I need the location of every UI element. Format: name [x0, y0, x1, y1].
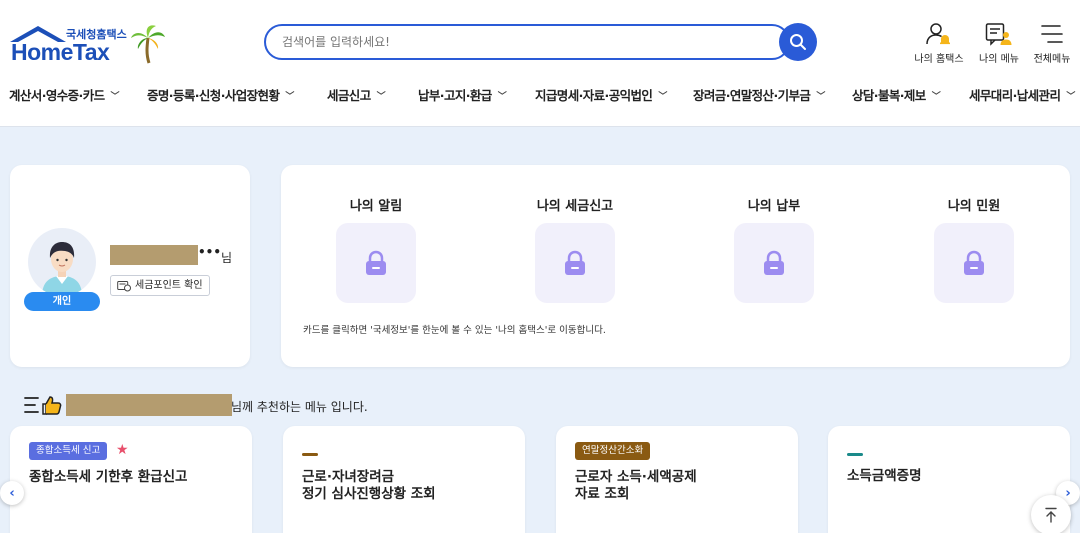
star-icon: ★ — [116, 442, 129, 458]
lock-icon — [565, 250, 585, 275]
menu-card-income-tax-refund[interactable]: 종합소득세 신고 ★ 종합소득세 기한후 환급신고 — [10, 426, 252, 533]
chevron-down-icon: ﹀ — [816, 92, 825, 102]
chevron-down-icon: ﹀ — [931, 92, 941, 102]
user-name-redacted — [110, 245, 198, 265]
menu-user-icon — [985, 23, 1012, 46]
user-type-badge: 개인 — [24, 292, 100, 311]
hamburger-icon — [1041, 25, 1063, 43]
tile-my-payment[interactable]: 나의 납부 — [719, 195, 829, 303]
user-name-redacted — [66, 394, 232, 416]
main-navigation: 계산서·영수증·카드 ﹀ 증명·등록·신청·사업장현황 ﹀ 세금신고 ﹀ 납부·고지·… — [0, 85, 1080, 105]
logo-title: HomeTax — [11, 39, 110, 65]
search-box — [264, 24, 790, 60]
gnb-item-tax-agent[interactable]: 세무대리·납세관리 ﹀ — [969, 85, 1075, 104]
menu-card-incentive-review[interactable]: 근로·자녀장려금 정기 심사진행상황 조회 — [283, 426, 525, 533]
recommend-heading: 님께 추천하는 메뉴 입니다. — [24, 393, 624, 417]
tile-title: 나의 민원 — [947, 199, 1001, 214]
menu-card-accent — [302, 453, 318, 456]
tile-title: 나의 알림 — [349, 199, 403, 214]
user-name-dots: ••• — [198, 245, 222, 259]
recommend-thumbs-up-icon — [24, 396, 62, 415]
chevron-down-icon: ﹀ — [376, 92, 386, 102]
header: 국세청홈택스 HomeTax 나의 홈택스 — [0, 0, 1080, 127]
all-menu-label: 전체메뉴 — [1033, 54, 1071, 65]
chevron-down-icon: ﹀ — [497, 92, 507, 102]
scroll-top-button[interactable] — [1031, 495, 1071, 533]
menu-card-tag: 연말정산간소화 — [575, 442, 651, 460]
tax-point-button[interactable]: 세금포인트 확인 — [110, 275, 210, 296]
gnb-item-consultation[interactable]: 상담·불복·제보 ﹀ — [852, 85, 941, 104]
tile-my-alerts[interactable]: 나의 알림 — [321, 195, 431, 303]
user-bell-icon — [926, 23, 950, 45]
user-avatar-icon — [42, 242, 82, 296]
tile-title: 나의 납부 — [747, 199, 801, 214]
gnb-item-statements[interactable]: 지급명세·자료·공익법인 ﹀ — [535, 85, 667, 104]
lock-icon — [964, 250, 984, 275]
chevron-left-icon: ‹ — [9, 485, 15, 501]
tile-lock-box — [336, 223, 416, 303]
chevron-down-icon: ﹀ — [285, 92, 294, 102]
avatar — [28, 228, 96, 296]
chevron-right-icon: › — [1065, 485, 1071, 501]
gnb-item-certificates[interactable]: 증명·등록·신청·사업장현황 ﹀ — [147, 85, 294, 104]
my-menu-label: 나의 메뉴 — [979, 54, 1019, 65]
menu-card-title: 근로·자녀장려금 정기 심사진행상황 조회 — [302, 469, 436, 502]
profile-card: 개인 ••• 님 세금포인트 확인 — [10, 165, 250, 367]
menu-card-title: 종합소득세 기한후 환급신고 — [29, 469, 188, 485]
lock-icon — [764, 250, 784, 275]
my-hometax-label: 나의 홈택스 — [914, 54, 964, 65]
recommend-text: 님께 추천하는 메뉴 입니다. — [231, 400, 368, 414]
tile-title: 나의 세금신고 — [536, 199, 614, 214]
my-menu-button[interactable]: 나의 메뉴 — [969, 22, 1029, 65]
search-button[interactable] — [779, 23, 817, 61]
search-input[interactable] — [282, 26, 772, 58]
coin-card-icon — [117, 281, 131, 292]
user-name-suffix: 님 — [221, 251, 233, 265]
menu-card-accent — [847, 453, 863, 456]
chevron-down-icon: ﹀ — [110, 92, 120, 102]
my-info-card: 나의 알림 나의 세금신고 나의 납부 나의 민원 카드를 클릭하면 '국세정보… — [281, 165, 1070, 367]
palm-tree-icon — [131, 25, 165, 64]
tile-my-tax-filing[interactable]: 나의 세금신고 — [520, 195, 630, 303]
gnb-item-payment[interactable]: 납부·고지·환급 ﹀ — [418, 85, 507, 104]
my-info-note: 카드를 클릭하면 '국세정보'를 한눈에 볼 수 있는 '나의 홈택스'로 이동… — [303, 325, 606, 336]
hometax-logo[interactable]: 국세청홈택스 HomeTax — [8, 22, 168, 68]
menu-card-deduction-data[interactable]: 연말정산간소화 근로자 소득·세액공제 자료 조회 — [556, 426, 798, 533]
chevron-down-icon: ﹀ — [658, 92, 667, 102]
gnb-item-incentives[interactable]: 장려금·연말정산·기부금 ﹀ — [693, 85, 825, 104]
tile-lock-box — [934, 223, 1014, 303]
carousel-prev-button[interactable]: ‹ — [0, 481, 24, 505]
lock-icon — [366, 250, 386, 275]
chevron-down-icon: ﹀ — [1066, 92, 1075, 102]
tax-point-label: 세금포인트 확인 — [135, 280, 203, 291]
tile-lock-box — [734, 223, 814, 303]
search-icon — [790, 34, 806, 50]
tile-my-civil-petition[interactable]: 나의 민원 — [919, 195, 1029, 303]
menu-card-title: 근로자 소득·세액공제 자료 조회 — [575, 469, 697, 502]
tile-lock-box — [535, 223, 615, 303]
gnb-item-invoices[interactable]: 계산서·영수증·카드 ﹀ — [9, 85, 120, 104]
menu-card-title: 소득금액증명 — [847, 468, 922, 484]
all-menu-button[interactable]: 전체메뉴 — [1022, 22, 1080, 65]
menu-card-tag: 종합소득세 신고 — [29, 442, 108, 460]
my-hometax-button[interactable]: 나의 홈택스 — [909, 22, 969, 65]
gnb-item-tax-filing[interactable]: 세금신고 ﹀ — [327, 85, 386, 104]
arrow-up-icon — [1045, 507, 1057, 523]
